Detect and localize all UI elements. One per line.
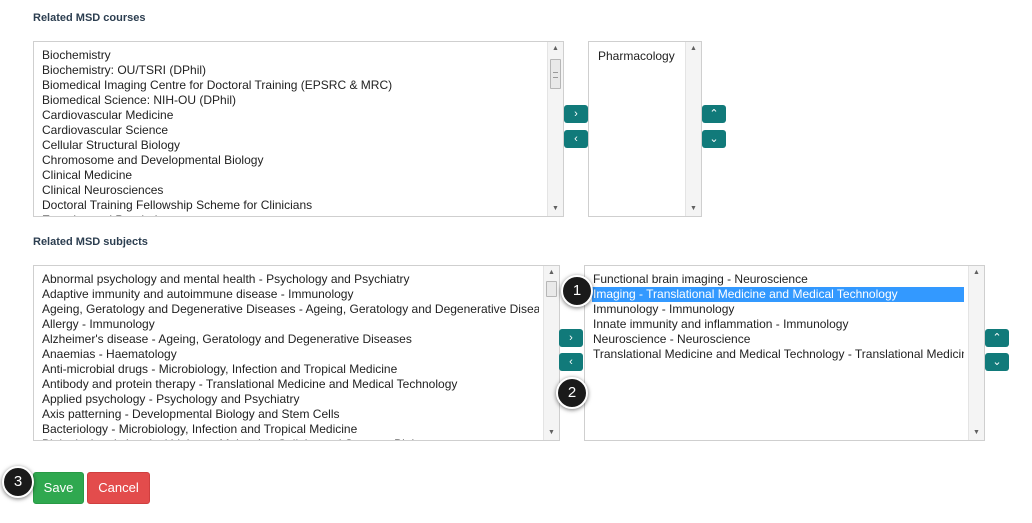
courses-available-items: Biochemistry Biochemistry: OU/TSRI (DPhil…	[41, 48, 543, 216]
list-option[interactable]: Experimental Psychology	[41, 213, 543, 216]
list-option[interactable]: Innate immunity and inflammation - Immun…	[592, 317, 964, 332]
scroll-down-icon[interactable]: ▼	[544, 426, 559, 440]
subjects-add-button[interactable]: ›	[559, 329, 583, 347]
list-option[interactable]: Bacteriology - Microbiology, Infection a…	[41, 422, 539, 437]
list-option[interactable]: Biomedical Science: NIH-OU (DPhil)	[41, 93, 543, 108]
scroll-down-icon[interactable]: ▼	[969, 426, 984, 440]
list-option[interactable]: Antibody and protein therapy - Translati…	[41, 377, 539, 392]
list-option[interactable]: Alzheimer's disease - Ageing, Geratology…	[41, 332, 539, 347]
subjects-available-scrollbar[interactable]: ▲ ▼	[543, 266, 559, 440]
subjects-selected-list[interactable]: Functional brain imaging - Neuroscience I…	[584, 265, 985, 441]
list-option[interactable]: Adaptive immunity and autoimmune disease…	[41, 287, 539, 302]
courses-available-scrollbar[interactable]: ▲ ▼	[547, 42, 563, 216]
scroll-up-icon[interactable]: ▲	[686, 42, 701, 56]
subjects-available-items: Abnormal psychology and mental health - …	[41, 272, 539, 440]
list-option[interactable]: Imaging - Translational Medicine and Med…	[592, 287, 964, 302]
chevron-up-icon: ⌃	[709, 108, 719, 120]
list-option[interactable]: Immunology - Immunology	[592, 302, 964, 317]
chevron-down-icon: ⌄	[709, 133, 719, 145]
cancel-button[interactable]: Cancel	[87, 472, 150, 504]
chevron-left-icon: ‹	[569, 356, 573, 368]
courses-move-up-button[interactable]: ⌃	[702, 105, 726, 123]
scroll-down-icon[interactable]: ▼	[548, 202, 563, 216]
courses-selected-list[interactable]: Pharmacology ▲ ▼	[588, 41, 702, 217]
courses-add-button[interactable]: ›	[564, 105, 588, 123]
subjects-move-up-button[interactable]: ⌃	[985, 329, 1009, 347]
list-option[interactable]: Abnormal psychology and mental health - …	[41, 272, 539, 287]
list-option[interactable]: Clinical Medicine	[41, 168, 543, 183]
chevron-up-icon: ⌃	[992, 332, 1002, 344]
scroll-up-icon[interactable]: ▲	[969, 266, 984, 280]
scroll-thumb[interactable]	[546, 281, 557, 297]
courses-available-list[interactable]: Biochemistry Biochemistry: OU/TSRI (DPhil…	[33, 41, 564, 217]
courses-remove-button[interactable]: ‹	[564, 130, 588, 148]
list-option[interactable]: Chromosome and Developmental Biology	[41, 153, 543, 168]
list-option[interactable]: Applied psychology - Psychology and Psyc…	[41, 392, 539, 407]
list-option[interactable]: Ageing, Geratology and Degenerative Dise…	[41, 302, 539, 317]
subjects-selected-items: Functional brain imaging - Neuroscience I…	[592, 272, 964, 362]
list-option[interactable]: Biological and chemical biology - Molecu…	[41, 437, 539, 440]
subjects-section-title: Related MSD subjects	[33, 236, 148, 248]
courses-section-title: Related MSD courses	[33, 12, 146, 24]
list-option[interactable]: Anti-microbial drugs - Microbiology, Inf…	[41, 362, 539, 377]
scroll-down-icon[interactable]: ▼	[686, 202, 701, 216]
list-option[interactable]: Neuroscience - Neuroscience	[592, 332, 964, 347]
save-button[interactable]: Save	[33, 472, 84, 504]
chevron-left-icon: ‹	[574, 133, 578, 145]
list-option[interactable]: Doctoral Training Fellowship Scheme for …	[41, 198, 543, 213]
scroll-thumb[interactable]	[550, 59, 561, 89]
step-marker-3: 3	[2, 466, 34, 498]
list-option[interactable]: Pharmacology	[597, 49, 681, 64]
list-option[interactable]: Biochemistry: OU/TSRI (DPhil)	[41, 63, 543, 78]
scroll-up-icon[interactable]: ▲	[548, 42, 563, 56]
step-marker-1: 1	[561, 275, 593, 307]
chevron-down-icon: ⌄	[992, 356, 1002, 368]
courses-move-down-button[interactable]: ⌄	[702, 130, 726, 148]
list-option[interactable]: Translational Medicine and Medical Techn…	[592, 347, 964, 362]
step-marker-2: 2	[556, 377, 588, 409]
courses-selected-scrollbar[interactable]: ▲ ▼	[685, 42, 701, 216]
list-option[interactable]: Axis patterning - Developmental Biology …	[41, 407, 539, 422]
list-option[interactable]: Biomedical Imaging Centre for Doctoral T…	[41, 78, 543, 93]
list-option[interactable]: Cellular Structural Biology	[41, 138, 543, 153]
list-option[interactable]: Functional brain imaging - Neuroscience	[592, 272, 964, 287]
subjects-available-list[interactable]: Abnormal psychology and mental health - …	[33, 265, 560, 441]
chevron-right-icon: ›	[574, 108, 578, 120]
subjects-move-down-button[interactable]: ⌄	[985, 353, 1009, 371]
scroll-up-icon[interactable]: ▲	[544, 266, 559, 280]
list-option[interactable]: Anaemias - Haematology	[41, 347, 539, 362]
courses-selected-items: Pharmacology	[597, 49, 681, 64]
subjects-selected-scrollbar[interactable]: ▲ ▼	[968, 266, 984, 440]
list-option[interactable]: Allergy - Immunology	[41, 317, 539, 332]
list-option[interactable]: Cardiovascular Medicine	[41, 108, 543, 123]
list-option[interactable]: Clinical Neurosciences	[41, 183, 543, 198]
subjects-remove-button[interactable]: ‹	[559, 353, 583, 371]
chevron-right-icon: ›	[569, 332, 573, 344]
list-option[interactable]: Cardiovascular Science	[41, 123, 543, 138]
list-option[interactable]: Biochemistry	[41, 48, 543, 63]
